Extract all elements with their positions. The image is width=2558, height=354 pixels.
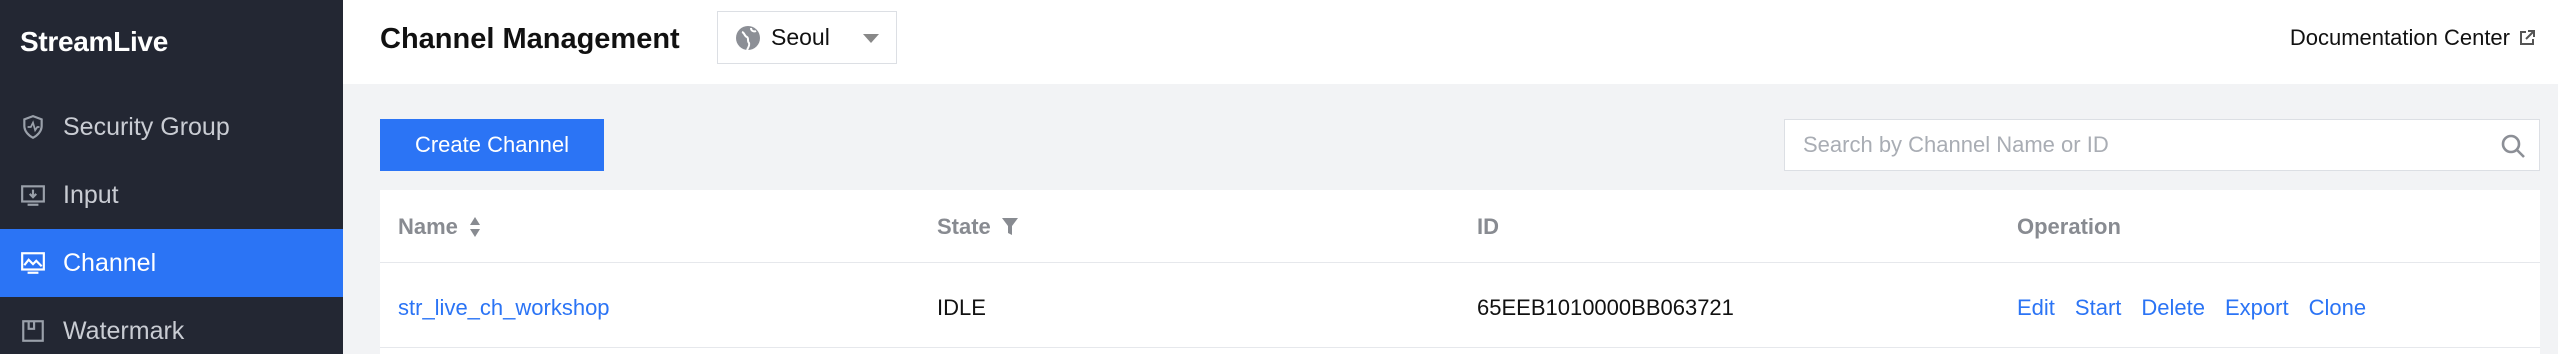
search-icon[interactable] (2499, 132, 2527, 160)
globe-icon (734, 24, 762, 52)
sort-icon[interactable] (468, 216, 482, 238)
column-header-name[interactable]: Name (398, 214, 482, 240)
search-input[interactable] (1803, 132, 2483, 158)
sidebar-item-input[interactable]: Input (0, 161, 343, 229)
watermark-icon (20, 318, 46, 344)
region-value: Seoul (771, 24, 830, 50)
filter-icon[interactable] (1001, 217, 1019, 237)
documentation-center-link[interactable]: Documentation Center (2290, 25, 2536, 51)
input-icon (20, 182, 46, 208)
sidebar-item-label: Watermark (63, 316, 185, 345)
clone-button[interactable]: Clone (2309, 295, 2366, 321)
documentation-center-label: Documentation Center (2289, 25, 2510, 50)
external-link-icon (2520, 30, 2535, 45)
sidebar-item-label: Input (63, 180, 119, 209)
row-operations: Edit Start Delete Export Clone (2017, 295, 2386, 321)
column-header-state[interactable]: State (937, 214, 1019, 240)
sidebar: StreamLive Security Group Input Channel … (0, 0, 343, 354)
app-logo: StreamLive (20, 26, 168, 57)
region-select[interactable]: Seoul (717, 11, 897, 64)
sidebar-item-watermark[interactable]: Watermark (0, 297, 343, 354)
export-button[interactable]: Export (2225, 295, 2289, 321)
channel-table: Name State ID Operation str_live_ch_work… (380, 190, 2540, 354)
chevron-down-icon (863, 34, 879, 43)
channel-icon (20, 250, 46, 276)
top-header: Channel Management Seoul Documentation C… (343, 0, 2558, 84)
sidebar-item-label: Channel (63, 248, 157, 277)
channel-state: IDLE (937, 295, 986, 320)
column-header-id: ID (1477, 214, 1499, 239)
sidebar-item-label: Security Group (63, 112, 230, 141)
channel-id: 65EEB1010000BB063721 (1477, 295, 1734, 320)
sidebar-item-security-group[interactable]: Security Group (0, 93, 343, 161)
start-button[interactable]: Start (2075, 295, 2121, 321)
table-header: Name State ID Operation (380, 190, 2540, 263)
edit-button[interactable]: Edit (2017, 295, 2055, 321)
sidebar-item-channel[interactable]: Channel (0, 229, 343, 297)
delete-button[interactable]: Delete (2141, 295, 2205, 321)
channel-name-link[interactable]: str_live_ch_workshop (398, 295, 610, 321)
column-header-operation: Operation (2017, 214, 2121, 239)
table-row: str_live_ch_workshop IDLE 65EEB1010000BB… (380, 264, 2540, 348)
create-channel-button[interactable]: Create Channel (380, 119, 604, 171)
search-box (1784, 119, 2540, 171)
page-title: Channel Management (380, 23, 680, 55)
shield-icon (20, 114, 46, 140)
